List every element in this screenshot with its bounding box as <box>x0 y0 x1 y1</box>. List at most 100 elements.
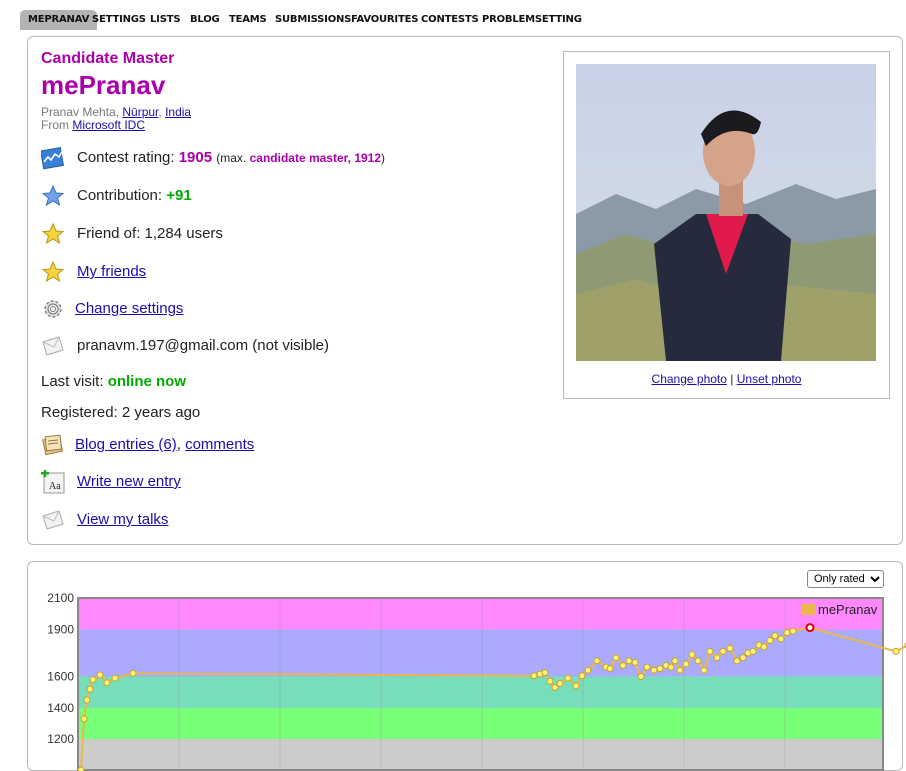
data-point <box>805 623 815 633</box>
legend-swatch <box>801 604 815 615</box>
data-point <box>556 680 564 688</box>
new-entry-icon: Aa <box>41 470 65 494</box>
data-point <box>643 663 651 671</box>
data-point <box>700 666 708 674</box>
data-point <box>564 674 572 682</box>
my-friends-link[interactable]: My friends <box>77 263 146 280</box>
star-blue-icon <box>41 184 65 207</box>
data-point <box>650 666 658 674</box>
last-visit-row: Last visit: online now <box>41 373 186 390</box>
friend-of-text: Friend of: 1,284 users <box>77 225 223 242</box>
last-visit-label: Last visit: <box>41 373 108 390</box>
rank-band <box>78 598 883 630</box>
change-photo-link[interactable]: Change photo <box>652 372 727 386</box>
menu-item-problemsetting[interactable]: PROBLEMSETTING <box>474 10 590 30</box>
data-point <box>129 669 137 677</box>
rank-band <box>78 629 883 677</box>
rating-value: 1905 <box>178 149 213 166</box>
unset-photo-link[interactable]: Unset photo <box>737 372 802 386</box>
data-point <box>733 657 741 665</box>
data-point <box>682 660 690 668</box>
rating-chart: 1200 1400 1600 1900 2100 mePranav <box>47 591 906 771</box>
data-point <box>777 635 785 643</box>
rating-label: Contest rating: <box>77 149 179 166</box>
data-point <box>637 673 645 680</box>
contribution-label: Contribution: <box>77 187 167 204</box>
data-point <box>546 677 554 685</box>
star-icon <box>41 222 65 245</box>
comments-link[interactable]: comments <box>185 436 254 453</box>
rank-band <box>78 676 883 708</box>
contribution-value: +91 <box>166 187 192 204</box>
organization-link[interactable]: Microsoft IDC <box>72 118 145 132</box>
data-point <box>89 676 97 684</box>
data-point <box>86 685 94 693</box>
data-point <box>771 632 779 640</box>
data-point <box>667 663 675 671</box>
registered-row: Registered: 2 years ago <box>41 404 200 421</box>
view-my-talks-link[interactable]: View my talks <box>77 511 168 528</box>
rank-band <box>78 708 883 739</box>
photo-links-separator: | <box>726 372 737 386</box>
data-point <box>572 682 580 690</box>
data-point <box>656 665 664 673</box>
user-avatar <box>576 64 876 361</box>
data-point <box>83 696 91 704</box>
avatar-image <box>576 64 876 361</box>
write-new-entry-link[interactable]: Write new entry <box>77 473 181 490</box>
blog-icon <box>42 434 64 456</box>
user-name: Pranav Mehta, <box>41 105 123 119</box>
data-point <box>766 636 774 644</box>
photo-links: Change photo | Unset photo <box>563 372 890 386</box>
gear-icon <box>44 300 62 318</box>
country-link[interactable]: India <box>165 105 191 119</box>
star-icon <box>41 260 65 283</box>
city-link[interactable]: Nūrpur <box>122 105 158 119</box>
user-rank: Candidate Master <box>41 50 175 67</box>
y-tick-label: 1600 <box>47 670 74 684</box>
data-point <box>103 679 111 687</box>
data-point <box>80 715 88 723</box>
data-point <box>783 629 791 637</box>
user-handle: mePranav <box>41 70 166 100</box>
data-point <box>619 662 627 670</box>
change-settings-link[interactable]: Change settings <box>75 300 183 317</box>
data-point <box>671 657 679 665</box>
data-point <box>111 674 119 682</box>
data-point <box>96 671 104 679</box>
data-point <box>530 672 538 680</box>
data-point <box>726 644 734 652</box>
max-rating: (max. candidate master, 1912) <box>216 151 386 165</box>
last-visit-value: online now <box>107 373 187 390</box>
data-point <box>706 647 714 655</box>
data-point <box>688 651 696 659</box>
y-tick-label: 2100 <box>47 591 74 605</box>
data-point <box>606 665 614 673</box>
data-point <box>719 647 727 655</box>
data-point <box>612 654 620 662</box>
data-point <box>713 654 721 662</box>
user-details: Pranav Mehta, Nūrpur, India From Microso… <box>41 105 192 132</box>
envelope-icon <box>42 336 64 356</box>
data-point <box>578 672 586 680</box>
y-tick-label: 1400 <box>47 701 74 715</box>
data-point <box>541 669 549 677</box>
data-point <box>749 647 757 655</box>
svg-text:Aa: Aa <box>49 481 61 492</box>
data-point <box>694 657 702 665</box>
from-label: From <box>41 118 73 132</box>
y-tick-label: 1900 <box>47 623 74 637</box>
data-point <box>625 657 633 665</box>
registered-text: Registered: 2 years ago <box>41 404 201 421</box>
data-point <box>789 627 797 635</box>
data-point <box>739 654 747 662</box>
data-point <box>593 657 601 665</box>
data-point <box>631 658 639 666</box>
rating-chart-icon <box>41 146 65 170</box>
data-point <box>676 666 684 674</box>
data-point <box>77 766 85 771</box>
data-point <box>584 666 592 674</box>
blog-entries-link[interactable]: Blog entries (6) <box>75 436 177 453</box>
rating-filter-select[interactable]: Only rated <box>807 570 884 588</box>
envelope-icon <box>42 510 64 530</box>
